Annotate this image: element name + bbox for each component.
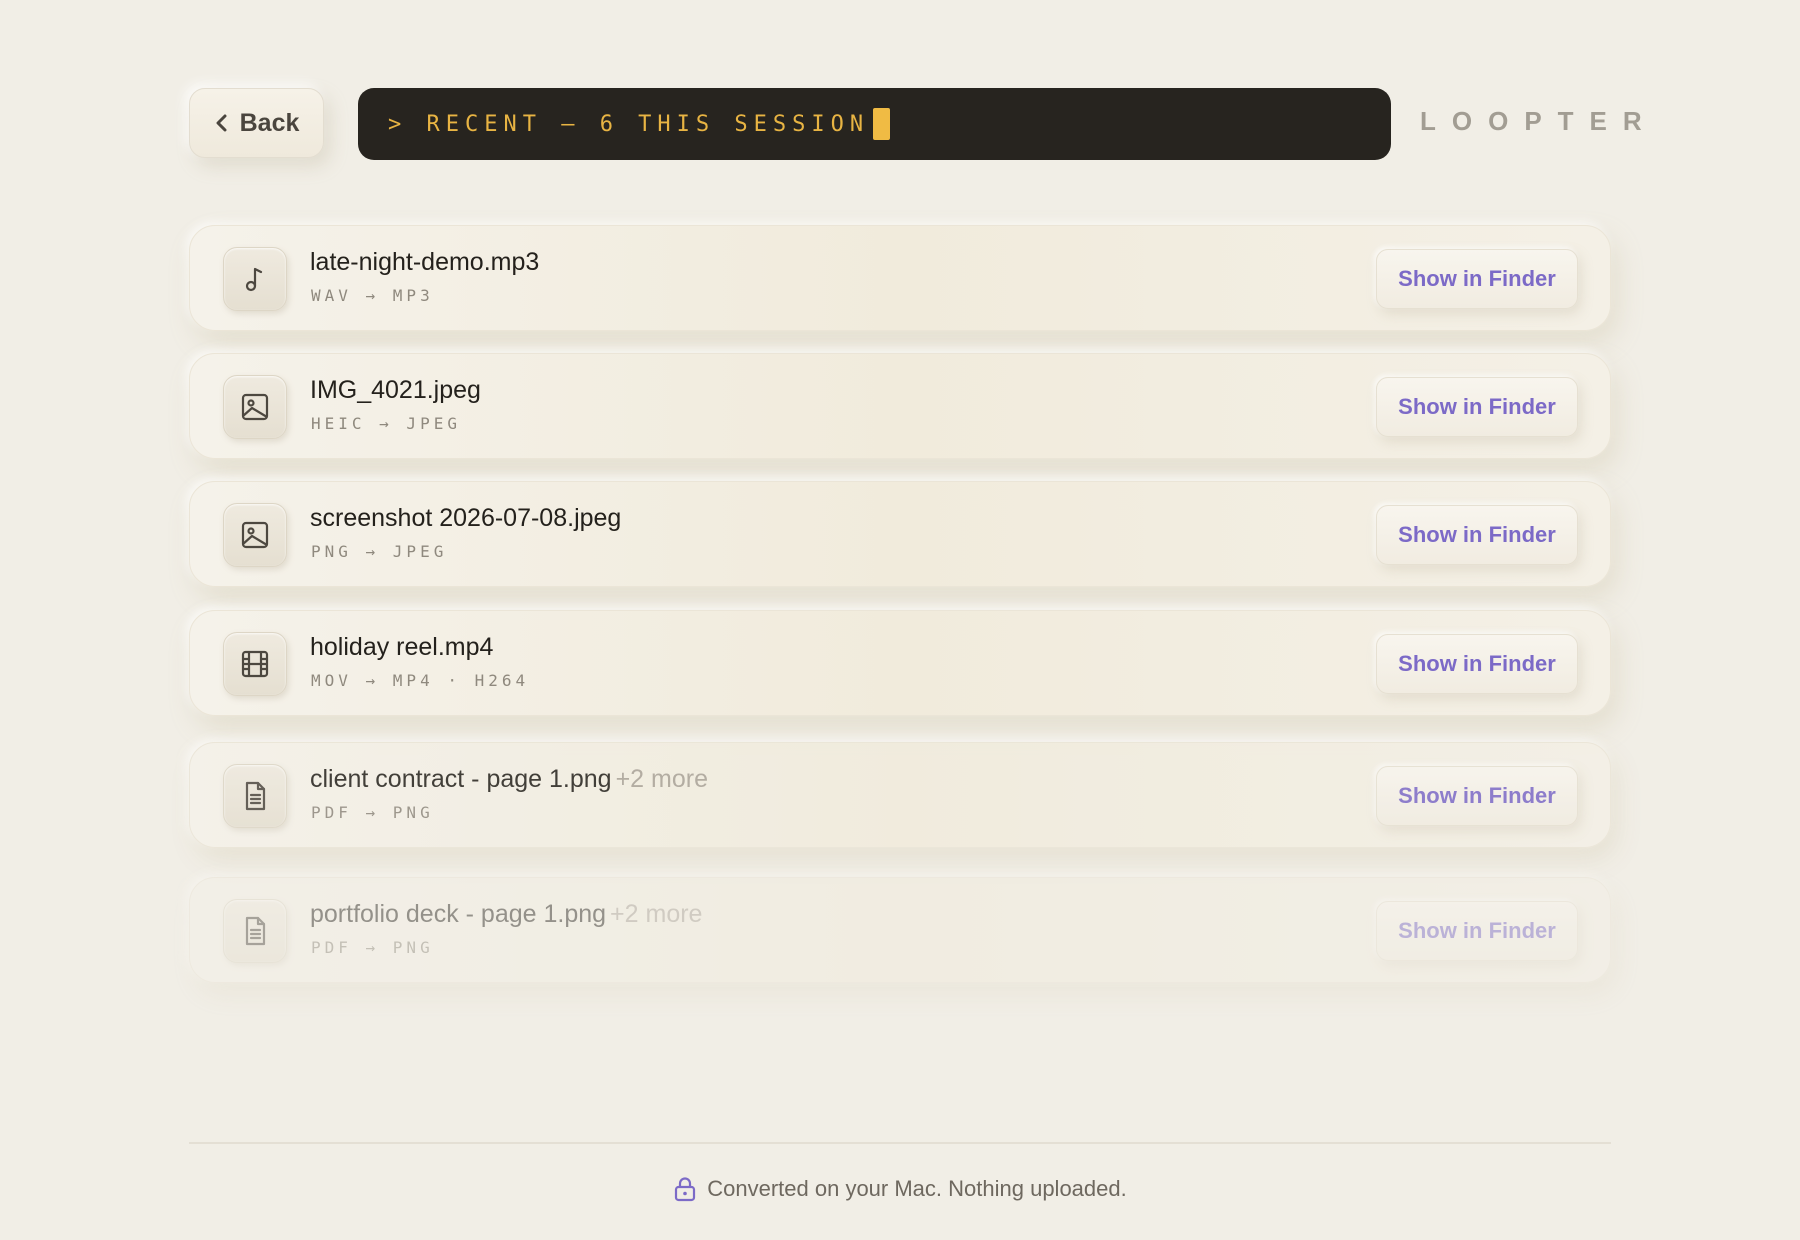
terminal-cursor xyxy=(873,108,891,140)
conversion-format: PDF → PNG xyxy=(311,938,434,957)
file-name: portfolio deck - page 1.png +2 more xyxy=(310,900,703,928)
file-row[interactable]: IMG_4021.jpeg HEIC → JPEG Show in Finder xyxy=(189,353,1611,459)
image-icon xyxy=(223,375,287,439)
show-in-finder-button[interactable]: Show in Finder xyxy=(1376,505,1578,565)
image-icon xyxy=(223,503,287,567)
show-in-finder-button[interactable]: Show in Finder xyxy=(1376,634,1578,694)
file-name: client contract - page 1.png +2 more xyxy=(310,765,708,793)
conversion-format: PDF → PNG xyxy=(311,803,434,822)
film-icon xyxy=(223,632,287,696)
document-icon xyxy=(223,899,287,963)
show-in-finder-button[interactable]: Show in Finder xyxy=(1376,249,1578,309)
document-icon xyxy=(223,764,287,828)
app-window: Back > RECENT — 6 THIS SESSION LOOPTER l… xyxy=(0,0,1800,1240)
file-row[interactable]: client contract - page 1.png +2 more PDF … xyxy=(189,742,1611,848)
session-status-bar: > RECENT — 6 THIS SESSION xyxy=(358,88,1391,160)
file-name: screenshot 2026-07-08.jpeg xyxy=(310,504,622,532)
privacy-text: Converted on your Mac. Nothing uploaded. xyxy=(707,1176,1127,1201)
file-name: holiday reel.mp4 xyxy=(310,633,494,661)
music-note-icon xyxy=(223,247,287,311)
chevron-left-icon xyxy=(216,114,227,132)
show-in-finder-button[interactable]: Show in Finder xyxy=(1376,766,1578,826)
brand-logo: LOOPTER xyxy=(1420,106,1658,136)
file-name: late-night-demo.mp3 xyxy=(310,248,540,276)
conversion-format: WAV → MP3 xyxy=(311,286,434,305)
file-row[interactable]: portfolio deck - page 1.png +2 more PDF →… xyxy=(189,877,1611,983)
footer-divider xyxy=(189,1142,1611,1144)
conversion-format: PNG → JPEG xyxy=(311,542,448,561)
back-button-label: Back xyxy=(239,108,300,137)
file-row[interactable]: screenshot 2026-07-08.jpeg PNG → JPEG Sh… xyxy=(189,481,1611,587)
file-row[interactable]: holiday reel.mp4 MOV → MP4 · H264 Show i… xyxy=(189,610,1611,716)
show-in-finder-button[interactable]: Show in Finder xyxy=(1376,377,1578,437)
lock-icon xyxy=(675,1177,696,1202)
session-status-text: > RECENT — 6 THIS SESSION xyxy=(388,111,870,137)
file-name: IMG_4021.jpeg xyxy=(310,376,481,404)
back-button[interactable]: Back xyxy=(189,88,324,158)
privacy-notice: Converted on your Mac. Nothing uploaded. xyxy=(0,1176,1800,1202)
conversion-format: HEIC → JPEG xyxy=(311,414,461,433)
conversion-format: MOV → MP4 · H264 xyxy=(311,671,530,690)
file-row[interactable]: late-night-demo.mp3 WAV → MP3 Show in Fi… xyxy=(189,225,1611,331)
show-in-finder-button[interactable]: Show in Finder xyxy=(1376,901,1578,961)
